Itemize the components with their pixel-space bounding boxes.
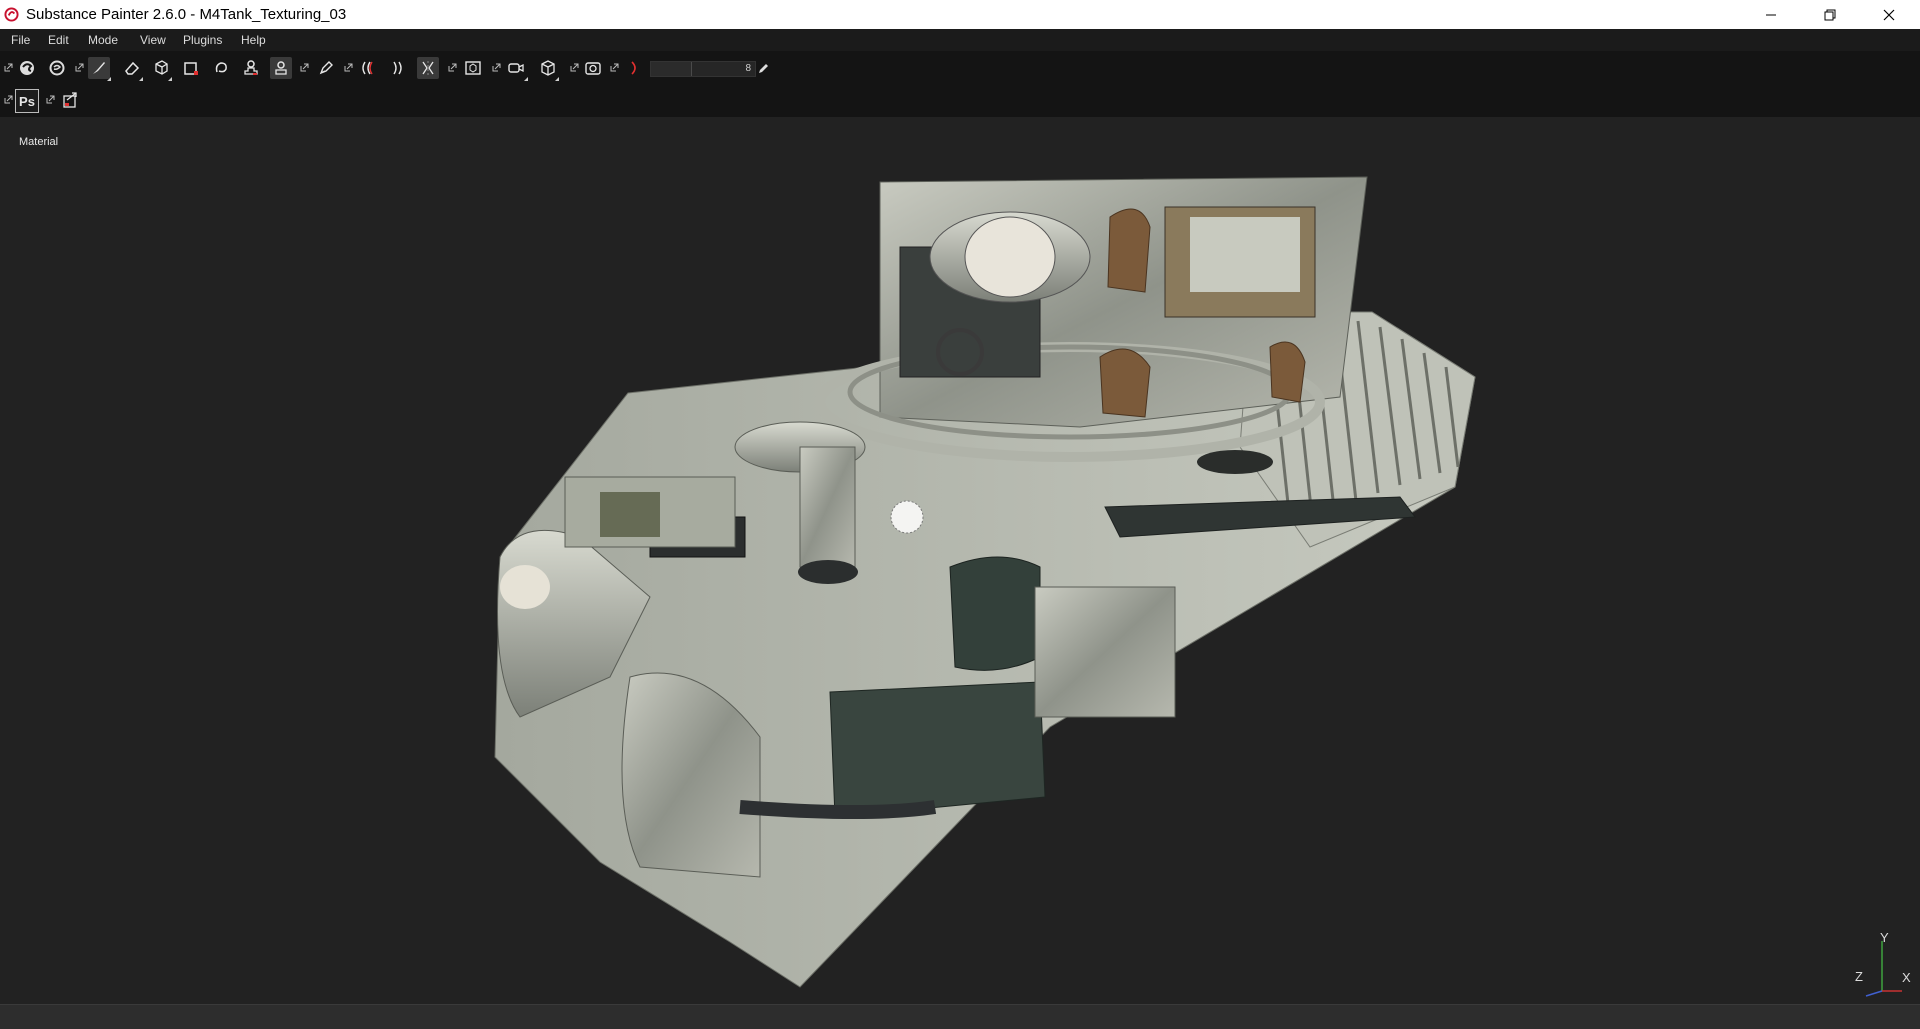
substance-logo-icon[interactable] <box>16 57 38 79</box>
popout-icon[interactable] <box>570 63 579 72</box>
minimize-icon <box>1766 14 1776 15</box>
camera-frame-icon[interactable] <box>462 57 484 79</box>
popout-icon[interactable] <box>4 63 13 72</box>
menu-help[interactable]: Help <box>241 33 266 47</box>
substance-painter-logo-icon <box>4 7 19 22</box>
brush-size-slider[interactable]: 8 <box>650 61 756 77</box>
restore-button[interactable] <box>1801 0 1859 29</box>
popout-icon[interactable] <box>610 63 619 72</box>
popout-icon[interactable] <box>4 95 13 104</box>
material-picker-icon[interactable] <box>270 57 292 79</box>
menu-bar: File Edit Mode View Plugins Help <box>0 29 1920 51</box>
toolbar: 8 Ps <box>0 51 1920 117</box>
menu-plugins[interactable]: Plugins <box>183 33 222 47</box>
window-title: Substance Painter 2.6.0 - M4Tank_Texturi… <box>26 6 347 23</box>
pen-icon[interactable] <box>315 57 337 79</box>
screenshot-icon[interactable] <box>582 57 604 79</box>
status-bar <box>0 1004 1920 1029</box>
close-icon <box>1883 9 1895 20</box>
close-button[interactable] <box>1860 0 1918 29</box>
symmetry-icon[interactable] <box>358 57 386 79</box>
mirror-axis-icon[interactable] <box>417 57 439 79</box>
lasso-icon[interactable] <box>622 57 644 79</box>
eraser-icon[interactable] <box>121 57 143 79</box>
tank-interior-model[interactable] <box>0 117 1920 1004</box>
menu-file[interactable]: File <box>11 33 30 47</box>
popout-icon[interactable] <box>492 63 501 72</box>
axis-x-label: X <box>1902 970 1911 985</box>
projection-cube-icon[interactable] <box>150 57 172 79</box>
menu-view[interactable]: View <box>140 33 166 47</box>
3d-viewport[interactable]: Material Y Z X <box>0 117 1920 1004</box>
send-to-icon[interactable] <box>59 89 81 111</box>
brush-size-value: 8 <box>745 63 751 74</box>
popout-icon[interactable] <box>46 95 55 104</box>
camera-icon[interactable] <box>505 57 527 79</box>
popout-icon[interactable] <box>448 63 457 72</box>
sync-icon[interactable] <box>46 57 68 79</box>
restore-icon <box>1824 9 1836 20</box>
pen-pressure-icon[interactable] <box>757 63 769 75</box>
clone-stamp-icon[interactable] <box>240 57 262 79</box>
menu-mode[interactable]: Mode <box>88 33 118 47</box>
mirror-icon[interactable] <box>389 57 413 79</box>
minimize-button[interactable] <box>1742 0 1800 29</box>
menu-edit[interactable]: Edit <box>48 33 69 47</box>
cube-view-icon[interactable] <box>537 57 559 79</box>
popout-icon[interactable] <box>344 63 353 72</box>
photoshop-export-icon[interactable]: Ps <box>15 89 39 113</box>
popout-icon[interactable] <box>300 63 309 72</box>
paint-brush-icon[interactable] <box>88 57 110 79</box>
smudge-icon[interactable] <box>210 57 232 79</box>
polygon-fill-icon[interactable] <box>180 57 202 79</box>
axis-z-label: Z <box>1855 969 1863 984</box>
popout-icon[interactable] <box>75 63 84 72</box>
title-bar: Substance Painter 2.6.0 - M4Tank_Texturi… <box>0 0 1920 29</box>
axis-y-label: Y <box>1880 930 1889 945</box>
